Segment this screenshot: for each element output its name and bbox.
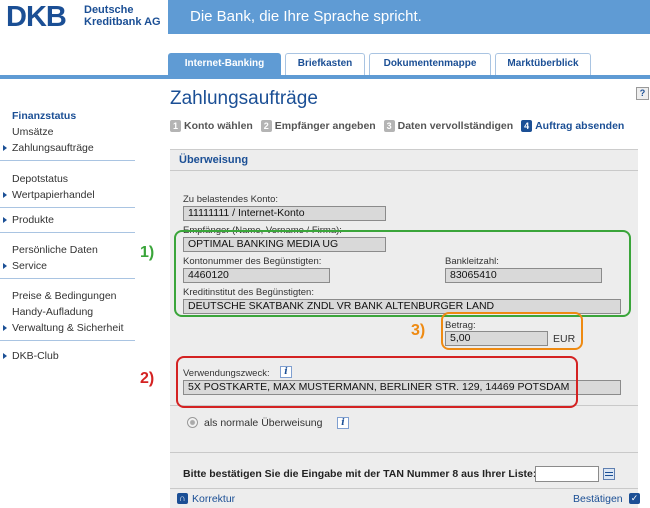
help-icon[interactable]: ? (636, 87, 649, 100)
normal-transfer-label: als normale Überweisung (204, 417, 323, 429)
slogan: Die Bank, die Ihre Sprache spricht. (190, 8, 422, 25)
annotation-box-2 (176, 356, 578, 408)
logo-subtitle: Deutsche Kreditbank AG (84, 4, 161, 28)
sidebar-group-finanzen: Finanzstatus Umsätze Zahlungsaufträge (0, 105, 135, 161)
sidebar-item-preise[interactable]: Preise & Bedingungen (12, 288, 135, 304)
header-banner: Die Bank, die Ihre Sprache spricht. (168, 0, 650, 34)
footer-divider (170, 488, 638, 489)
logo-wordmark: DKB (6, 1, 67, 33)
annotation-label-2: 2) (140, 370, 155, 387)
sidebar-item-zahlungsauftraege[interactable]: Zahlungsaufträge (3, 140, 135, 156)
sidebar-group-persoenlich: Persönliche Daten Service (0, 233, 135, 279)
tab-marktueberblick[interactable]: Marktüberblick (495, 53, 591, 75)
tan-calendar-icon[interactable] (603, 468, 615, 480)
annotation-box-1 (174, 230, 631, 317)
step-indicator: 1 Konto wählen 2 Empfänger angeben 3 Daten … (170, 120, 629, 132)
header: DKB Deutsche Kreditbank AG Die Bank, die… (0, 0, 650, 34)
sidebar-item-service[interactable]: Service (3, 258, 135, 274)
sidebar-group-club: DKB-Club (0, 341, 135, 368)
page-title: Zahlungsaufträge (170, 88, 318, 109)
sidebar-group-depot: Depotstatus Wertpapierhandel (0, 161, 135, 208)
sidebar-item-dkb-club[interactable]: DKB-Club (3, 348, 135, 364)
sidebar: Finanzstatus Umsätze Zahlungsaufträge De… (0, 105, 135, 368)
sidebar-item-umsaetze[interactable]: Umsätze (12, 124, 135, 140)
sidebar-item-handy-aufladung[interactable]: Handy-Aufladung (12, 304, 135, 320)
step-4: 4 Auftrag absenden (521, 120, 624, 132)
tan-divider (170, 452, 638, 453)
sidebar-item-produkte[interactable]: Produkte (3, 212, 135, 228)
konto-field: 11111111 / Internet-Konto (183, 206, 386, 221)
step-3: 3 Daten vervollständigen (383, 120, 513, 132)
option-info-icon[interactable]: i (337, 417, 349, 429)
tan-input[interactable] (535, 466, 599, 482)
annotation-label-3: 3) (411, 322, 426, 339)
konto-label: Zu belastendes Konto: (183, 194, 279, 205)
korrektur-link[interactable]: Korrektur (192, 493, 235, 505)
sidebar-group-produkte: Produkte (0, 208, 135, 233)
checkmark-icon[interactable]: ✓ (629, 493, 640, 504)
tab-internet-banking[interactable]: Internet-Banking (168, 53, 281, 75)
sidebar-item-wertpapierhandel[interactable]: Wertpapierhandel (3, 187, 135, 203)
tan-label: Bitte bestätigen Sie die Eingabe mit der… (183, 468, 537, 480)
tab-briefkasten[interactable]: Briefkasten (285, 53, 365, 75)
sidebar-item-finanzstatus[interactable]: Finanzstatus (12, 108, 135, 124)
annotation-label-1: 1) (140, 244, 155, 261)
back-arrow-icon[interactable]: ∩ (177, 493, 188, 504)
bestaetigen-button[interactable]: Bestätigen (573, 493, 623, 505)
sidebar-item-verwaltung[interactable]: Verwaltung & Sicherheit (3, 320, 135, 336)
tab-dokumentenmappe[interactable]: Dokumentenmappe (369, 53, 491, 75)
sidebar-item-depotstatus[interactable]: Depotstatus (12, 171, 135, 187)
sidebar-group-verwaltung: Preise & Bedingungen Handy-Aufladung Ver… (0, 279, 135, 341)
sidebar-item-persoenliche-daten[interactable]: Persönliche Daten (12, 242, 135, 258)
dkb-logo[interactable]: DKB Deutsche Kreditbank AG (0, 0, 168, 34)
form-title: Überweisung (179, 154, 249, 166)
step-1: 1 Konto wählen (170, 120, 253, 132)
step-2: 2 Empfänger angeben (260, 120, 376, 132)
normal-transfer-radio[interactable] (187, 417, 198, 428)
tab-bar-line (0, 75, 650, 79)
annotation-box-3 (441, 312, 583, 350)
form-divider (170, 170, 638, 171)
